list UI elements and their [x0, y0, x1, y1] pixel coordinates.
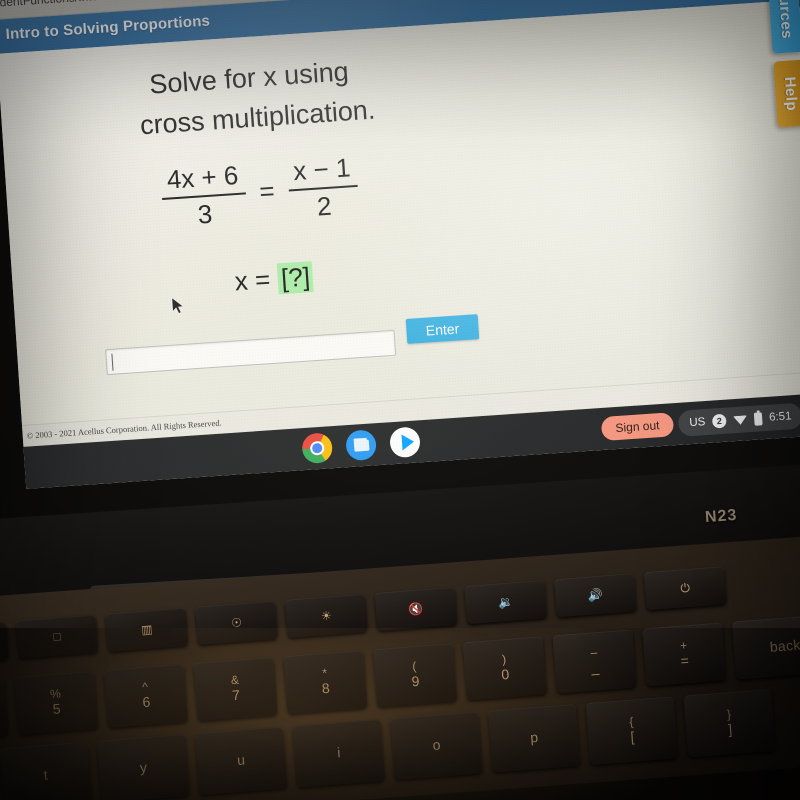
help-tab-label: Help: [780, 75, 800, 112]
wifi-icon: [733, 414, 748, 426]
key-i-label: i: [336, 744, 341, 761]
key-backspace-label: backsp: [769, 635, 800, 655]
key-8-label: 8: [321, 679, 331, 697]
key-bracket-left[interactable]: {[: [585, 696, 679, 765]
answer-prompt-label: x =: [233, 263, 272, 297]
brightness-down-key[interactable]: ☉: [195, 600, 278, 645]
left-denominator: 3: [196, 198, 214, 230]
mute-key[interactable]: 🔇: [374, 586, 458, 631]
mute-key-glyph: 🔇: [407, 601, 424, 617]
key-t[interactable]: t: [0, 741, 92, 800]
brightness-down-key-glyph: ☉: [230, 615, 243, 631]
notification-count-badge: 2: [711, 413, 727, 429]
text-caret: [111, 353, 114, 371]
key-minus-shift-label: –: [590, 645, 598, 661]
files-icon[interactable]: [345, 429, 378, 462]
laptop-display: dentFunctions/Interface/acellus_engine.h…: [0, 0, 800, 521]
answer-input[interactable]: [105, 329, 397, 376]
answer-blank-placeholder: [?]: [277, 261, 315, 295]
key-6[interactable]: ^ 6: [103, 663, 188, 728]
key-p-label: p: [529, 729, 539, 746]
key-minus-label: _: [590, 658, 600, 676]
chrome-icon[interactable]: [301, 432, 334, 465]
key-y[interactable]: y: [97, 733, 190, 800]
question-line-1: Solve for x using: [148, 56, 350, 100]
key-i[interactable]: i: [292, 718, 386, 788]
left-fraction: 4x + 6 3: [160, 160, 248, 233]
overview-key-glyph: ▥: [140, 622, 153, 638]
answer-prompt-line: x = [?]: [233, 261, 315, 297]
key-8-shift-label: *: [321, 666, 328, 681]
key-9-label: 9: [411, 672, 421, 690]
key-7-shift-label: &: [230, 673, 240, 688]
volume-up-key[interactable]: 🔊: [554, 573, 637, 618]
volume-up-key-glyph: 🔊: [587, 587, 604, 603]
volume-down-key[interactable]: 🔉: [464, 579, 548, 624]
photo-of-chromebook: N23 dentFunctions/Interface/acellus_engi…: [0, 0, 800, 800]
shelf-app-list: [301, 426, 421, 465]
brightness-up-key[interactable]: ☀: [284, 593, 368, 638]
volume-down-key-glyph: 🔉: [497, 594, 514, 610]
fullscreen-key-glyph: □: [52, 629, 62, 644]
key-equals[interactable]: + =: [642, 622, 727, 687]
key-bracket-left-shift-label: {: [628, 715, 634, 730]
brightness-up-key-glyph: ☀: [320, 608, 333, 624]
key-6-label: 6: [141, 693, 151, 711]
power-key-glyph: ⏻: [679, 580, 691, 596]
play-store-icon[interactable]: [389, 426, 421, 459]
right-fraction: x − 1 2: [286, 152, 360, 224]
key-0-shift-label: ): [501, 652, 507, 667]
lesson-content-area: Solve for x using cross multiplication. …: [0, 0, 800, 425]
key-minus[interactable]: – _: [552, 629, 637, 694]
right-denominator: 2: [316, 190, 333, 222]
key-bracket-right[interactable]: }]: [683, 688, 776, 758]
question-line-2: cross multiplication.: [139, 94, 377, 141]
battery-icon: [753, 411, 763, 426]
equation: 4x + 6 3 = x − 1 2: [160, 152, 360, 233]
overview-key[interactable]: ▥: [105, 607, 189, 652]
key-5-label: 5: [52, 700, 62, 717]
power-key[interactable]: ⏻: [643, 566, 727, 611]
key-6-shift-label: ^: [141, 680, 149, 695]
key-y-label: y: [139, 759, 148, 776]
key-4[interactable]: $4: [0, 677, 9, 742]
key-0[interactable]: ) 0: [462, 636, 547, 701]
sign-out-button[interactable]: Sign out: [600, 412, 675, 442]
key-u-label: u: [236, 751, 246, 769]
status-tray[interactable]: US 2 6:51: [677, 402, 800, 437]
key-bracket-right-label: ]: [727, 720, 733, 738]
lesson-title: Intro to Solving Proportions: [5, 12, 211, 44]
help-tab[interactable]: Help: [773, 59, 800, 128]
resources-tab-label: Resources: [773, 0, 795, 40]
key-9[interactable]: (9: [372, 643, 458, 708]
keyboard-layout-label: US: [688, 416, 706, 430]
key-7-label: 7: [231, 686, 241, 704]
key-o[interactable]: o: [390, 711, 483, 781]
key-o-label: o: [431, 736, 441, 754]
key-p[interactable]: p: [488, 703, 581, 773]
key-5-shift-label: %: [49, 686, 62, 702]
screen-content: dentFunctions/Interface/acellus_engine.h…: [0, 0, 800, 489]
key-0-label: 0: [500, 665, 510, 683]
key-bracket-left-label: [: [629, 728, 635, 745]
key-equals-label: =: [680, 652, 690, 669]
key-7[interactable]: & 7: [193, 656, 278, 721]
key-backspace[interactable]: backsp: [731, 612, 800, 680]
fullscreen-key[interactable]: □: [15, 614, 99, 659]
clock-time: 6:51: [768, 410, 792, 424]
right-numerator: x − 1: [292, 152, 352, 187]
key-8[interactable]: * 8: [283, 650, 368, 715]
equals-sign: =: [258, 175, 276, 206]
key-equals-shift-label: +: [679, 638, 688, 654]
key-5[interactable]: % 5: [14, 670, 99, 735]
reload-key[interactable]: ↻: [0, 621, 9, 666]
key-9-shift-label: (: [411, 659, 417, 674]
device-model-label: N23: [704, 506, 738, 527]
enter-button[interactable]: Enter: [405, 314, 480, 344]
key-u[interactable]: u: [194, 726, 288, 796]
key-t-label: t: [43, 766, 49, 784]
key-bracket-right-shift-label: }: [726, 707, 732, 722]
